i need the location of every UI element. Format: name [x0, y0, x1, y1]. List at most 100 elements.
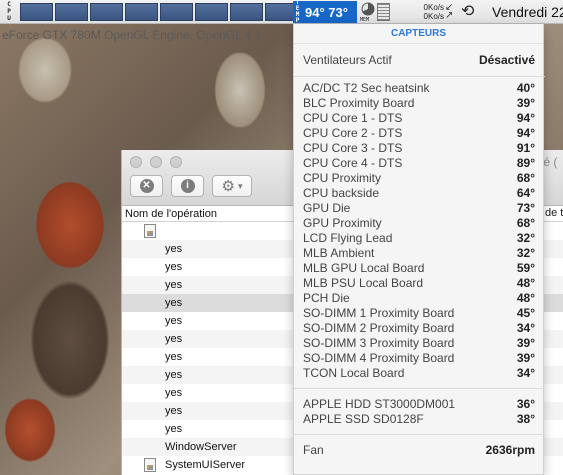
- memory-pie-icon: MEM: [360, 2, 375, 23]
- minimize-window-button[interactable]: [150, 156, 162, 168]
- sensor-value: 39°: [516, 336, 535, 350]
- inspect-process-button[interactable]: i: [171, 175, 204, 197]
- cpu-core-bar: [20, 3, 53, 21]
- sensor-name: SO-DIMM 4 Proximity Board: [303, 351, 455, 365]
- sensor-row: CPU Core 4 - DTS 89°: [303, 156, 535, 171]
- column-header-fragment: de t: [545, 207, 563, 219]
- sensor-name: SO-DIMM 2 Proximity Board: [303, 321, 455, 335]
- sensor-row: TCON Local Board 34°: [303, 366, 535, 381]
- temperature-menu-item[interactable]: TEMP 94° 73°: [293, 0, 357, 24]
- sensor-value: 94°: [516, 126, 535, 140]
- divider: [294, 434, 545, 435]
- fan-mode-label: Ventilateurs Actif: [303, 53, 392, 67]
- sensor-row: PCH Die 48°: [303, 291, 535, 306]
- sensor-name: SO-DIMM 3 Proximity Board: [303, 336, 455, 350]
- sensor-name: CPU Core 1 - DTS: [303, 111, 403, 125]
- zoom-window-button[interactable]: [170, 156, 182, 168]
- sensor-name: PCH Die: [303, 291, 350, 305]
- sensor-value: 48°: [516, 291, 535, 305]
- sensor-row: SO-DIMM 2 Proximity Board 34°: [303, 321, 535, 336]
- process-name: yes: [165, 423, 183, 435]
- sensor-value: 32°: [516, 246, 535, 260]
- fan-mode-value: Désactivé: [478, 53, 535, 67]
- sensor-name: MLB GPU Local Board: [303, 261, 425, 275]
- sensor-row: SO-DIMM 4 Proximity Board 39°: [303, 351, 535, 366]
- process-name: yes: [165, 369, 183, 381]
- cpu-core-bar: [230, 3, 263, 21]
- sensor-value: 73°: [516, 201, 535, 215]
- document-icon: [144, 224, 156, 238]
- sensor-value: 68°: [516, 171, 535, 185]
- sensor-value: 32°: [516, 231, 535, 245]
- temperature-sensor-list: AC/DC T2 Sec heatsink 40° BLC Proximity Bo…: [303, 81, 535, 381]
- sensor-name: MLB PSU Local Board: [303, 276, 424, 290]
- fan-speed-value: 2636rpm: [485, 443, 535, 457]
- process-name: SystemUIServer: [165, 459, 246, 471]
- fan-label: Fan: [303, 443, 324, 457]
- sensor-row: APPLE SSD SD0128F 38°: [303, 412, 535, 427]
- sensor-value: 39°: [516, 351, 535, 365]
- sensor-row: SO-DIMM 3 Proximity Board 39°: [303, 336, 535, 351]
- disk-sensor-list: APPLE HDD ST3000DM001 36° APPLE SSD SD0128…: [303, 397, 535, 427]
- panel-title: CAPTEURS: [294, 24, 543, 44]
- process-name: yes: [165, 297, 183, 309]
- temperature-readout: 94° 73°: [305, 4, 348, 20]
- time-machine-icon[interactable]: ⟲: [461, 3, 474, 21]
- sensor-value: 36°: [516, 397, 535, 411]
- process-name: yes: [165, 333, 183, 345]
- sensor-value: 34°: [516, 321, 535, 335]
- sensor-row: CPU Core 3 - DTS 91°: [303, 141, 535, 156]
- sensor-row: SO-DIMM 1 Proximity Board 45°: [303, 306, 535, 321]
- process-name: yes: [165, 315, 183, 327]
- sensor-row: MLB Ambient 32°: [303, 246, 535, 261]
- sensor-name: CPU Core 3 - DTS: [303, 141, 403, 155]
- memory-menu-item[interactable]: MEM: [360, 2, 376, 23]
- sensor-value: 59°: [516, 261, 535, 275]
- sensor-name: BLC Proximity Board: [303, 96, 415, 110]
- sensor-row: BLC Proximity Board 39°: [303, 96, 535, 111]
- sensor-row: LCD Flying Lead 32°: [303, 231, 535, 246]
- menu-bar: CPU TEMP 94° 73° MEM 0Ko/s 0Ko/s ↙ ↗ ⟲ Ve…: [0, 0, 563, 24]
- action-menu-button[interactable]: ⚙ ▾: [212, 175, 252, 197]
- sensor-row: MLB GPU Local Board 59°: [303, 261, 535, 276]
- sensor-value: 91°: [516, 141, 535, 155]
- sensor-row: AC/DC T2 Sec heatsink 40°: [303, 81, 535, 96]
- network-download-speed: 0Ko/s: [423, 3, 444, 12]
- cpu-usage-bars[interactable]: [20, 3, 298, 21]
- sensor-name: GPU Proximity: [303, 216, 382, 230]
- sensor-value: 38°: [516, 412, 535, 426]
- sensor-row: CPU backside 64°: [303, 186, 535, 201]
- divider: [294, 76, 545, 77]
- fan-mode-row[interactable]: Ventilateurs Actif Désactivé: [303, 53, 535, 67]
- sensors-dropdown-panel: CAPTEURS Ventilateurs Actif Désactivé AC…: [293, 24, 545, 475]
- fan-speed-row: Fan 2636rpm: [303, 443, 535, 457]
- sensor-row: CPU Proximity 68°: [303, 171, 535, 186]
- sensor-name: TCON Local Board: [303, 366, 405, 380]
- sensor-name: GPU Die: [303, 201, 351, 215]
- close-window-button[interactable]: [130, 156, 142, 168]
- cpu-core-bar: [125, 3, 158, 21]
- process-name: yes: [165, 261, 183, 273]
- sensor-row: GPU Proximity 68°: [303, 216, 535, 231]
- network-arrows-icon: ↙ ↗: [445, 2, 454, 21]
- gear-icon: ⚙: [221, 177, 235, 195]
- network-upload-speed: 0Ko/s: [423, 12, 444, 21]
- sensor-name: APPLE SSD SD0128F: [303, 412, 424, 426]
- sensor-name: AC/DC T2 Sec heatsink: [303, 81, 430, 95]
- network-speed[interactable]: 0Ko/s 0Ko/s: [414, 3, 444, 21]
- menubar-clock[interactable]: Vendredi 22: [492, 4, 563, 20]
- cpu-core-bar: [160, 3, 193, 21]
- cpu-core-bar: [55, 3, 88, 21]
- sensor-row: APPLE HDD ST3000DM001 36°: [303, 397, 535, 412]
- disk-activity-icon[interactable]: [377, 3, 390, 21]
- sensor-value: 45°: [516, 306, 535, 320]
- cpu-core-bar: [90, 3, 123, 21]
- quit-process-button[interactable]: ✕: [130, 175, 163, 197]
- sensor-value: 34°: [516, 366, 535, 380]
- process-name: yes: [165, 279, 183, 291]
- sensor-value: 48°: [516, 276, 535, 290]
- sensor-row: MLB PSU Local Board 48°: [303, 276, 535, 291]
- sensor-value: 40°: [516, 81, 535, 95]
- close-circle-icon: ✕: [139, 179, 154, 193]
- process-name: yes: [165, 351, 183, 363]
